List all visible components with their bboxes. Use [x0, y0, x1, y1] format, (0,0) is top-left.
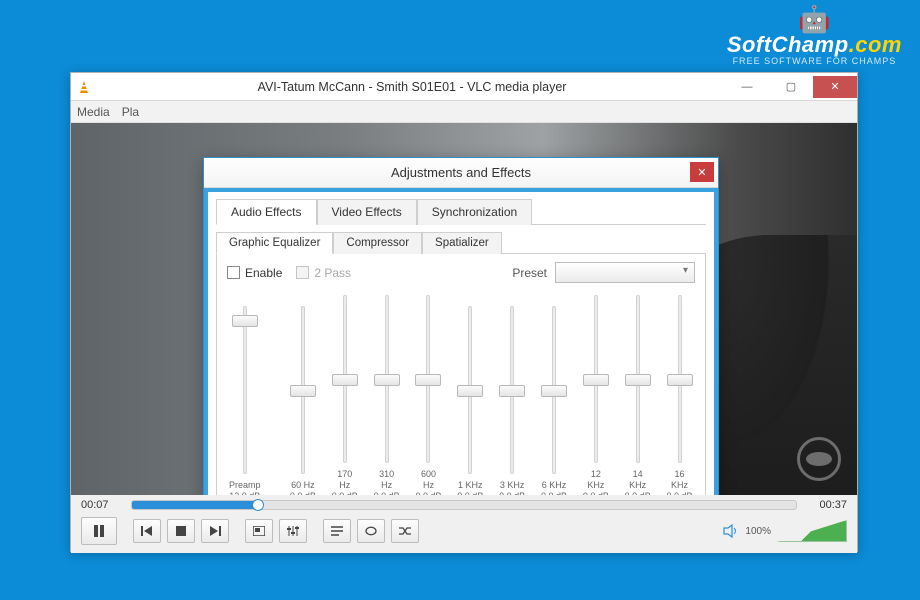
extended-settings-button[interactable]	[279, 519, 307, 543]
preset-dropdown[interactable]	[555, 262, 695, 283]
time-total: 00:37	[807, 499, 847, 511]
dialog-subtabs: Graphic Equalizer Compressor Spatializer	[216, 231, 706, 254]
vlc-menubar: Media Pla	[71, 101, 857, 123]
time-elapsed: 00:07	[81, 499, 121, 511]
slider-thumb[interactable]	[332, 374, 358, 386]
slider-170hz[interactable]: 170 Hz 0.0 dB	[331, 295, 358, 495]
slider-track[interactable]	[243, 306, 247, 474]
slider-thumb[interactable]	[457, 385, 483, 397]
menu-playback[interactable]: Pla	[122, 105, 139, 119]
site-watermark: 🤖 SoftChamp.com FREE SOFTWARE FOR CHAMPS	[727, 6, 902, 66]
slider-preamp[interactable]: Preamp 12.0 dB	[229, 306, 261, 495]
checkbox-icon	[296, 266, 309, 279]
seek-bar[interactable]	[131, 500, 797, 510]
slider-600hz[interactable]: 600 Hz 0.0 dB	[415, 295, 442, 495]
speaker-icon[interactable]	[723, 524, 739, 538]
tab-audio-effects[interactable]: Audio Effects	[216, 199, 317, 225]
dialog-tabs: Audio Effects Video Effects Synchronizat…	[216, 198, 706, 225]
volume-percent: 100%	[745, 526, 771, 537]
progress-row: 00:07 00:37	[71, 495, 857, 513]
slider-thumb[interactable]	[499, 385, 525, 397]
slider-12khz[interactable]: 12 KHz 0.0 dB	[582, 295, 609, 495]
slider-310hz[interactable]: 310 Hz 0.0 dB	[373, 295, 400, 495]
equalizer-sliders: Preamp 12.0 dB 60 Hz 0.0 dB 170 Hz 0.0 d…	[227, 289, 695, 495]
pause-button[interactable]	[81, 517, 117, 545]
loop-button[interactable]	[357, 519, 385, 543]
subtab-spatializer[interactable]: Spatializer	[422, 232, 502, 254]
slider-14khz[interactable]: 14 KHz 0.0 dB	[624, 295, 651, 495]
dialog-title: Adjustments and Effects	[391, 165, 531, 180]
cbs-logo-icon	[797, 437, 841, 481]
previous-button[interactable]	[133, 519, 161, 543]
slider-3khz[interactable]: 3 KHz 0.0 dB	[499, 306, 526, 495]
slider-thumb[interactable]	[541, 385, 567, 397]
equalizer-panel: Enable 2 Pass Preset	[216, 254, 706, 495]
vlc-window-title: AVI-Tatum McCann - Smith S01E01 - VLC me…	[99, 80, 725, 94]
preset-label: Preset	[512, 266, 547, 280]
shuffle-button[interactable]	[391, 519, 419, 543]
menu-media[interactable]: Media	[77, 105, 110, 119]
volume-slider[interactable]	[777, 520, 847, 542]
fullscreen-icon	[253, 526, 265, 536]
checkbox-icon	[227, 266, 240, 279]
vlc-titlebar: AVI-Tatum McCann - Smith S01E01 - VLC me…	[71, 73, 857, 101]
next-button[interactable]	[201, 519, 229, 543]
watermark-brand: SoftChamp.com	[727, 32, 902, 58]
slider-6khz[interactable]: 6 KHz 0.0 dB	[541, 306, 568, 495]
skip-next-icon	[209, 526, 221, 536]
slider-1khz[interactable]: 1 KHz 0.0 dB	[457, 306, 484, 495]
tab-synchronization[interactable]: Synchronization	[417, 199, 532, 225]
slider-thumb[interactable]	[374, 374, 400, 386]
pause-icon	[93, 525, 105, 537]
maximize-button[interactable]: ▢	[769, 76, 813, 98]
sliders-icon	[287, 525, 299, 537]
loop-icon	[364, 526, 378, 536]
tab-video-effects[interactable]: Video Effects	[317, 199, 417, 225]
enable-checkbox[interactable]: Enable	[227, 266, 282, 280]
seek-thumb[interactable]	[252, 499, 264, 511]
stop-button[interactable]	[167, 519, 195, 543]
video-area: Adjustments and Effects ✕ Audio Effects …	[71, 123, 857, 495]
two-pass-checkbox: 2 Pass	[296, 266, 351, 280]
playlist-icon	[331, 526, 343, 536]
vlc-window: AVI-Tatum McCann - Smith S01E01 - VLC me…	[70, 72, 858, 552]
slider-16khz[interactable]: 16 KHz 0.0 dB	[666, 295, 693, 495]
adjustments-dialog: Adjustments and Effects ✕ Audio Effects …	[203, 157, 719, 495]
skip-previous-icon	[141, 526, 153, 536]
subtab-graphic-equalizer[interactable]: Graphic Equalizer	[216, 232, 333, 254]
slider-thumb[interactable]	[232, 315, 258, 327]
stop-icon	[176, 526, 186, 536]
slider-60hz[interactable]: 60 Hz 0.0 dB	[290, 306, 317, 495]
shuffle-icon	[398, 526, 412, 536]
slider-thumb[interactable]	[583, 374, 609, 386]
vlc-cone-icon	[77, 80, 91, 94]
close-button[interactable]: ✕	[813, 76, 857, 98]
playlist-button[interactable]	[323, 519, 351, 543]
minimize-button[interactable]: —	[725, 76, 769, 98]
dialog-titlebar: Adjustments and Effects ✕	[204, 158, 718, 188]
controls-bar: 100%	[71, 513, 857, 553]
slider-thumb[interactable]	[290, 385, 316, 397]
slider-thumb[interactable]	[415, 374, 441, 386]
fullscreen-button[interactable]	[245, 519, 273, 543]
robot-icon: 🤖	[727, 6, 902, 32]
slider-thumb[interactable]	[625, 374, 651, 386]
watermark-tagline: FREE SOFTWARE FOR CHAMPS	[727, 56, 902, 66]
subtab-compressor[interactable]: Compressor	[333, 232, 422, 254]
dialog-close-button[interactable]: ✕	[690, 162, 714, 182]
slider-thumb[interactable]	[667, 374, 693, 386]
